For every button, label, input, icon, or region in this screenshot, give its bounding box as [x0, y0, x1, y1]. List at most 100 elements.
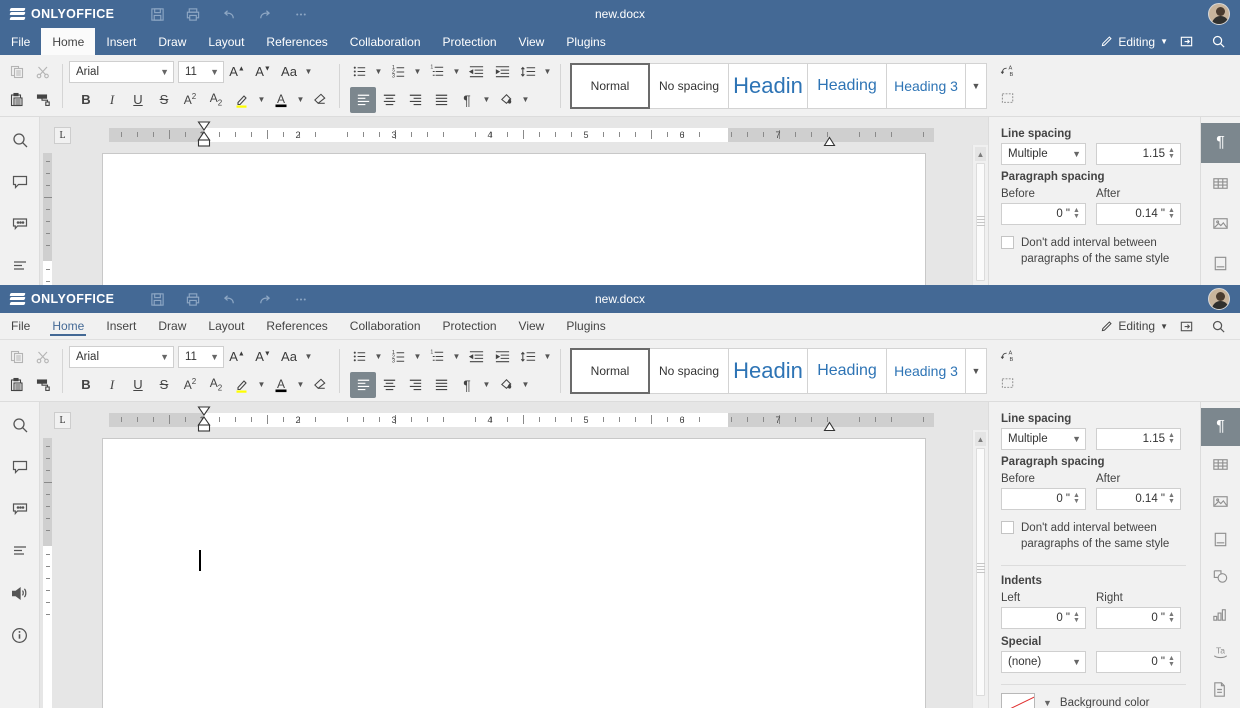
- headings-icon[interactable]: [7, 253, 33, 279]
- menu-item-plugins[interactable]: Plugins: [555, 313, 616, 339]
- stepper-arrows-icon[interactable]: ▲▼: [1073, 612, 1083, 624]
- select-all-icon[interactable]: [995, 87, 1021, 113]
- background-color-swatch[interactable]: [1001, 693, 1035, 708]
- subscript-icon[interactable]: A2: [203, 87, 229, 113]
- save-icon[interactable]: [139, 285, 175, 313]
- ruler-track-bottom[interactable]: 1 2 3 4 5 6 7: [109, 413, 934, 427]
- stepper-arrows-icon[interactable]: ▲▼: [1168, 148, 1178, 160]
- chevron-down-icon[interactable]: ▼: [480, 372, 493, 398]
- chevron-down-icon[interactable]: ▼: [1043, 698, 1052, 708]
- increase-indent-icon[interactable]: [489, 59, 515, 85]
- no-interval-checkbox[interactable]: [1001, 521, 1014, 534]
- menu-item-draw[interactable]: Draw: [147, 28, 197, 55]
- search-icon[interactable]: [1204, 313, 1232, 340]
- font-family-select[interactable]: Arial ▼: [69, 61, 174, 83]
- paste-icon[interactable]: [4, 372, 30, 398]
- tab-stop-selector[interactable]: L: [54, 412, 71, 429]
- header-footer-settings-icon[interactable]: [1201, 521, 1240, 559]
- chevron-down-icon[interactable]: ▼: [541, 344, 554, 370]
- save-icon[interactable]: [139, 0, 175, 28]
- print-icon[interactable]: [175, 0, 211, 28]
- pilcrow-icon[interactable]: ¶: [454, 372, 480, 398]
- line-spacing-mode-select[interactable]: Multiple ▼: [1001, 143, 1086, 165]
- right-indent-marker[interactable]: [823, 421, 836, 432]
- font-family-select[interactable]: Arial ▼: [69, 346, 174, 368]
- align-right-icon[interactable]: [402, 372, 428, 398]
- line-spacing-mode-select[interactable]: Multiple ▼: [1001, 428, 1086, 450]
- cut-icon[interactable]: [30, 344, 56, 370]
- superscript-icon[interactable]: A2: [177, 87, 203, 113]
- change-case-icon[interactable]: Aa: [276, 344, 302, 370]
- paragraph-settings-icon[interactable]: ¶: [1201, 408, 1240, 446]
- chevron-down-icon[interactable]: ▼: [372, 59, 385, 85]
- copy-icon[interactable]: [4, 59, 30, 85]
- ruler-track-top[interactable]: 1 2 3 4 5 6 7: [109, 128, 934, 142]
- image-settings-icon[interactable]: [1201, 483, 1240, 521]
- style-heading-1[interactable]: Headin: [728, 348, 808, 394]
- menu-item-plugins[interactable]: Plugins: [555, 28, 616, 55]
- style-normal[interactable]: Normal: [570, 63, 650, 109]
- chevron-down-icon[interactable]: ▼: [411, 344, 424, 370]
- shading-icon[interactable]: [493, 372, 519, 398]
- stepper-arrows-icon[interactable]: ▲▼: [1168, 612, 1178, 624]
- numbering-icon[interactable]: 123: [385, 59, 411, 85]
- stepper-arrows-icon[interactable]: ▲▼: [1168, 208, 1178, 220]
- increase-indent-icon[interactable]: [489, 344, 515, 370]
- style-no-spacing[interactable]: No spacing: [649, 348, 729, 394]
- indent-right-stepper[interactable]: 0 " ▲▼: [1096, 607, 1181, 629]
- comments-icon[interactable]: [7, 454, 33, 480]
- clear-style-icon[interactable]: [307, 87, 333, 113]
- line-spacing-icon[interactable]: [515, 59, 541, 85]
- underline-icon[interactable]: U: [125, 372, 151, 398]
- change-case-icon[interactable]: Aa: [276, 59, 302, 85]
- chevron-down-icon[interactable]: ▼: [255, 87, 268, 113]
- stepper-arrows-icon[interactable]: ▲▼: [1168, 493, 1178, 505]
- bold-icon[interactable]: B: [73, 372, 99, 398]
- chat-icon[interactable]: [7, 211, 33, 237]
- tab-stop-selector[interactable]: L: [54, 127, 71, 144]
- decrease-font-icon[interactable]: A▼: [250, 59, 276, 85]
- indent-left-stepper[interactable]: 0 " ▲▼: [1001, 607, 1086, 629]
- stepper-arrows-icon[interactable]: ▲▼: [1073, 208, 1083, 220]
- chart-settings-icon[interactable]: [1201, 596, 1240, 634]
- chevron-down-icon[interactable]: ▼: [519, 372, 532, 398]
- font-size-select[interactable]: 11 ▼: [178, 346, 224, 368]
- redo-icon[interactable]: [247, 285, 283, 313]
- style-heading-3[interactable]: Heading 3: [886, 348, 966, 394]
- chevron-down-icon[interactable]: ▼: [372, 344, 385, 370]
- spacing-before-stepper[interactable]: 0 " ▲▼: [1001, 488, 1086, 510]
- style-heading-2[interactable]: Heading: [807, 348, 887, 394]
- replace-icon[interactable]: AB: [995, 59, 1021, 85]
- edit-mode-button[interactable]: Editing ▼: [1100, 35, 1168, 49]
- more-icon[interactable]: [283, 285, 319, 313]
- scroll-up-arrow[interactable]: ▲: [975, 147, 986, 161]
- multilevel-icon[interactable]: 1: [424, 344, 450, 370]
- chevron-down-icon[interactable]: ▼: [294, 372, 307, 398]
- format-painter-icon[interactable]: [30, 372, 56, 398]
- font-color-icon[interactable]: A: [268, 87, 294, 113]
- menu-item-view[interactable]: View: [508, 28, 556, 55]
- open-file-location-icon[interactable]: [1172, 28, 1200, 55]
- style-heading-3[interactable]: Heading 3: [886, 63, 966, 109]
- chevron-down-icon[interactable]: ▼: [302, 59, 315, 85]
- stepper-arrows-icon[interactable]: ▲▼: [1073, 493, 1083, 505]
- scroll-up-arrow[interactable]: ▲: [975, 432, 986, 446]
- spacing-after-stepper[interactable]: 0.14 " ▲▼: [1096, 488, 1181, 510]
- superscript-icon[interactable]: A2: [177, 372, 203, 398]
- style-no-spacing[interactable]: No spacing: [649, 63, 729, 109]
- chevron-down-icon[interactable]: ▼: [302, 344, 315, 370]
- chevron-down-icon[interactable]: ▼: [255, 372, 268, 398]
- menu-item-insert[interactable]: Insert: [95, 313, 147, 339]
- table-settings-icon[interactable]: [1201, 446, 1240, 484]
- menu-item-protection[interactable]: Protection: [432, 28, 508, 55]
- style-heading-2[interactable]: Heading: [807, 63, 887, 109]
- italic-icon[interactable]: I: [99, 372, 125, 398]
- open-file-location-icon[interactable]: [1172, 313, 1200, 340]
- bullets-icon[interactable]: [346, 59, 372, 85]
- about-icon[interactable]: [7, 622, 33, 648]
- strikethrough-icon[interactable]: S: [151, 87, 177, 113]
- avatar[interactable]: [1208, 3, 1230, 25]
- search-icon[interactable]: [7, 127, 33, 153]
- align-justify-icon[interactable]: [428, 372, 454, 398]
- line-spacing-value-stepper[interactable]: 1.15 ▲▼: [1096, 428, 1181, 450]
